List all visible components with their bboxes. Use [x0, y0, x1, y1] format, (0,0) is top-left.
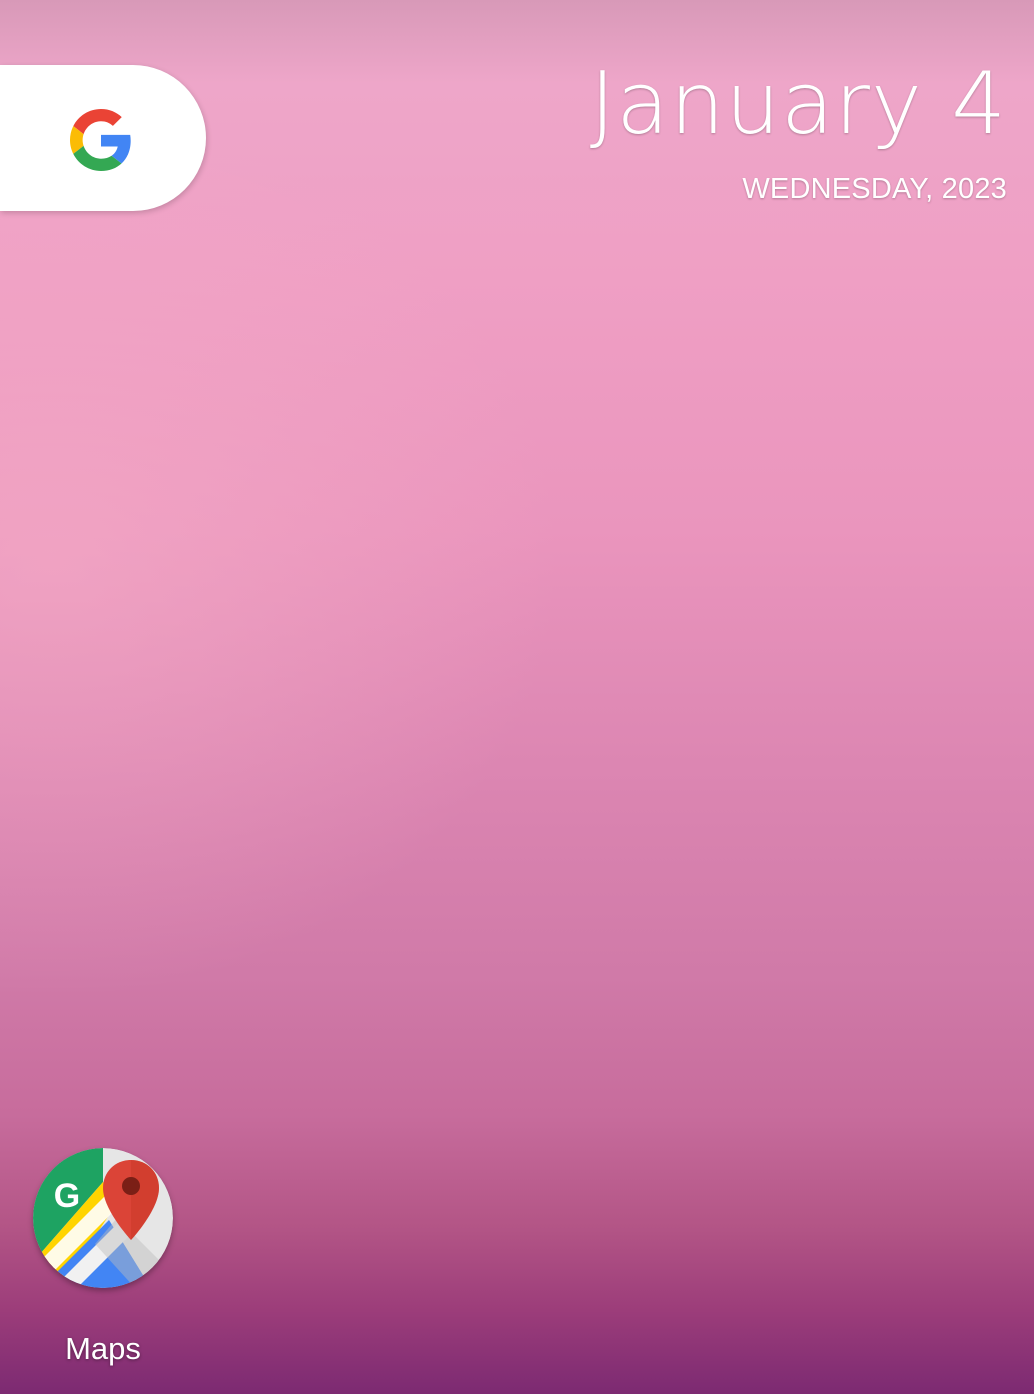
- google-g-icon: [70, 109, 131, 171]
- date-widget: January 4 WEDNESDAY, 2023: [590, 52, 1007, 206]
- svg-text:G: G: [54, 1177, 80, 1215]
- home-screen: January 4 WEDNESDAY, 2023 G Maps: [0, 0, 1034, 1394]
- weekday-year-label: WEDNESDAY, 2023: [742, 173, 1007, 205]
- date-label[interactable]: January 4: [590, 52, 1007, 156]
- google-maps-icon: G: [33, 1148, 173, 1288]
- google-search-widget[interactable]: [0, 65, 206, 211]
- maps-app-shortcut[interactable]: G Maps: [18, 1140, 188, 1368]
- app-label-maps: Maps: [65, 1331, 141, 1366]
